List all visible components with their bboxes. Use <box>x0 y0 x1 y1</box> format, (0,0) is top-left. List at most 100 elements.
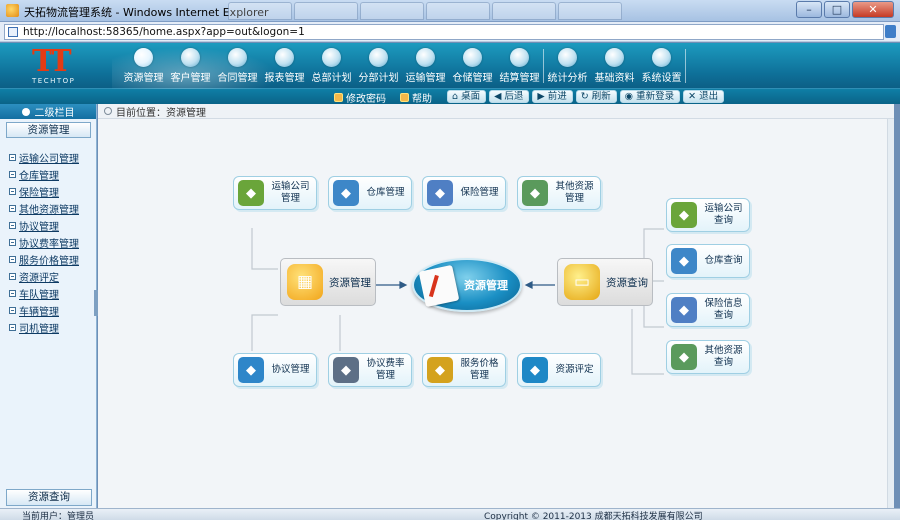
sidebar-item[interactable]: 仓库管理 <box>0 166 96 183</box>
diagram-node-bottom_nodes[interactable]: ◆ 资源评定 <box>517 353 601 387</box>
core-resource-management[interactable]: 资源管理 <box>412 258 522 312</box>
bullet-icon <box>21 107 30 116</box>
ghost-tab[interactable] <box>228 2 292 20</box>
nav-separator <box>685 49 686 83</box>
sidebar-item[interactable]: 车队管理 <box>0 285 96 302</box>
nav-item[interactable]: 资源管理 <box>120 46 167 86</box>
sidebar-item[interactable]: 资源评定 <box>0 268 96 285</box>
sidebar-item[interactable]: 保险管理 <box>0 183 96 200</box>
nav-item-label: 报表管理 <box>264 73 305 84</box>
ie-app-icon <box>6 4 19 17</box>
folder-icon <box>605 48 624 67</box>
core-label: 资源管理 <box>464 279 508 292</box>
resource-query-button[interactable]: 资源查询 <box>6 489 92 506</box>
nav-item[interactable]: 运输管理 <box>402 46 449 86</box>
sidebar-item[interactable]: 其他资源管理 <box>0 200 96 217</box>
ghost-tab[interactable] <box>426 2 490 20</box>
chart-icon <box>558 48 577 67</box>
ghost-tab[interactable] <box>492 2 556 20</box>
nav-item[interactable]: 总部计划 <box>308 46 355 86</box>
tool-buttons: ⌂ 桌面 ◀ 后退 ▶ 前进 ↻ 刷新 ◉ 重新登录 ✕ 退出 <box>447 90 725 103</box>
sidebar-item[interactable]: 司机管理 <box>0 319 96 336</box>
diagram-node-label: 保险管理 <box>460 187 499 198</box>
address-bar: http://localhost:58365/home.aspx?app=out… <box>0 22 900 42</box>
sidebar-item[interactable]: 协议费率管理 <box>0 234 96 251</box>
vertical-scrollbar[interactable] <box>887 119 894 508</box>
help-icon <box>400 93 409 102</box>
sidebar-item[interactable]: 运输公司管理 <box>0 149 96 166</box>
change-password-link[interactable]: 修改密码 <box>334 90 386 105</box>
logo-mark: TT <box>32 44 72 79</box>
expand-icon <box>9 222 16 229</box>
close-button[interactable]: ✕ <box>852 1 894 18</box>
sidebar-item-label: 服务价格管理 <box>19 256 79 267</box>
nav-item[interactable]: 仓储管理 <box>449 46 496 86</box>
diagram-node-bottom_nodes[interactable]: ◆ 协议管理 <box>233 353 317 387</box>
maximize-button[interactable]: □ <box>824 1 850 18</box>
nav-item[interactable]: 客户管理 <box>167 46 214 86</box>
desktop-label: 桌面 <box>461 91 481 102</box>
copyright-text: Copyright © 2011-2013 成都天拓科技发展有限公司 <box>484 512 703 520</box>
nav-item-label: 仓储管理 <box>452 73 493 84</box>
logout-button[interactable]: ✕ 退出 <box>683 90 725 103</box>
expand-icon <box>9 154 16 161</box>
diagram-node-top_nodes[interactable]: ◆ 运输公司 管理 <box>233 176 317 210</box>
sidebar-item[interactable]: 服务价格管理 <box>0 251 96 268</box>
laptop-search-icon: ▭ <box>564 264 600 300</box>
document-icon <box>275 48 294 67</box>
nav-item[interactable]: 报表管理 <box>261 46 308 86</box>
diagram-node-right_nodes[interactable]: ◆ 保险信息 查询 <box>666 293 750 327</box>
compatibility-icon[interactable] <box>885 25 896 38</box>
connector-line <box>643 228 664 240</box>
arrowhead <box>399 281 408 289</box>
module-icon: ◆ <box>671 344 697 370</box>
diagram-node-label: 协议费率 管理 <box>366 358 405 381</box>
relogin-button[interactable]: ◉ 重新登录 <box>619 90 681 103</box>
nav-item[interactable]: 分部计划 <box>355 46 402 86</box>
desktop-button[interactable]: ⌂ 桌面 <box>447 90 487 103</box>
diagram-node-right_nodes[interactable]: ◆ 其他资源 查询 <box>666 340 750 374</box>
connector-line <box>631 309 664 375</box>
ghost-tab[interactable] <box>558 2 622 20</box>
gear-icon <box>134 48 153 67</box>
url-field[interactable]: http://localhost:58365/home.aspx?app=out… <box>4 24 884 40</box>
ghost-tab[interactable] <box>360 2 424 20</box>
nav-item-label: 基础资料 <box>594 73 635 84</box>
refresh-button[interactable]: ↻ 刷新 <box>575 90 617 103</box>
diagram-node-top_nodes[interactable]: ◆ 保险管理 <box>422 176 506 210</box>
sidebar-section-button[interactable]: 资源管理 <box>6 122 91 138</box>
diagram-node-right_nodes[interactable]: ◆ 运输公司 查询 <box>666 198 750 232</box>
expand-icon <box>9 273 16 280</box>
diagram-node-right_nodes[interactable]: ◆ 仓库查询 <box>666 244 750 278</box>
diagram-node-top_nodes[interactable]: ◆ 仓库管理 <box>328 176 412 210</box>
nav-item-label: 资源管理 <box>123 73 164 84</box>
forward-button[interactable]: ▶ 前进 <box>532 90 573 103</box>
nav-item-label: 总部计划 <box>311 73 352 84</box>
diagram-node-bottom_nodes[interactable]: ◆ 服务价格 管理 <box>422 353 506 387</box>
resource-management-hub[interactable]: ▦ 资源管理 <box>280 258 376 306</box>
diagram-node-top_nodes[interactable]: ◆ 其他资源 管理 <box>517 176 601 210</box>
nav-item[interactable]: 结算管理 <box>496 46 543 86</box>
resource-query-hub[interactable]: ▭ 资源查询 <box>557 258 653 306</box>
ghost-tab[interactable] <box>294 2 358 20</box>
minimize-button[interactable]: – <box>796 1 822 18</box>
nav-item[interactable]: 合同管理 <box>214 46 261 86</box>
back-button[interactable]: ◀ 后退 <box>489 90 530 103</box>
diagram-node-bottom_nodes[interactable]: ◆ 协议费率 管理 <box>328 353 412 387</box>
sidebar-item-label: 车队管理 <box>19 290 59 301</box>
status-bar: 当前用户：管理员 Copyright © 2011-2013 成都天拓科技发展有… <box>0 508 900 520</box>
breadcrumb-text: 目前位置：资源管理 <box>116 107 206 119</box>
sidebar-item[interactable]: 车辆管理 <box>0 302 96 319</box>
nav-item[interactable]: 基础资料 <box>591 46 638 86</box>
sidebar-heading-text: 二级栏目 <box>34 108 75 119</box>
module-icon: ◆ <box>238 180 264 206</box>
main-nav: 资源管理 客户管理 合同管理 报表管理 总部计划 分部计划 运输管理 仓储管理 结算管理 统计分析… <box>120 46 686 86</box>
sidebar-item[interactable]: 协议管理 <box>0 217 96 234</box>
nav-item[interactable]: 统计分析 <box>544 46 591 86</box>
forward-label: 前进 <box>547 91 567 102</box>
help-link[interactable]: 帮助 <box>400 90 432 105</box>
flow-diagram: ◆ 运输公司 管理 ◆ 仓库管理 ◆ 保险管理 ◆ 其他资源 管理 ◆ 协议管理 ◆ 协议费率 管理 ◆… <box>98 119 887 508</box>
sidebar: 二级栏目 资源管理 运输公司管理 仓库管理 保险管理 其他资源管理 协议管理 协议费率管理… <box>0 104 97 508</box>
nav-item[interactable]: 系统设置 <box>638 46 685 86</box>
expand-icon <box>9 290 16 297</box>
